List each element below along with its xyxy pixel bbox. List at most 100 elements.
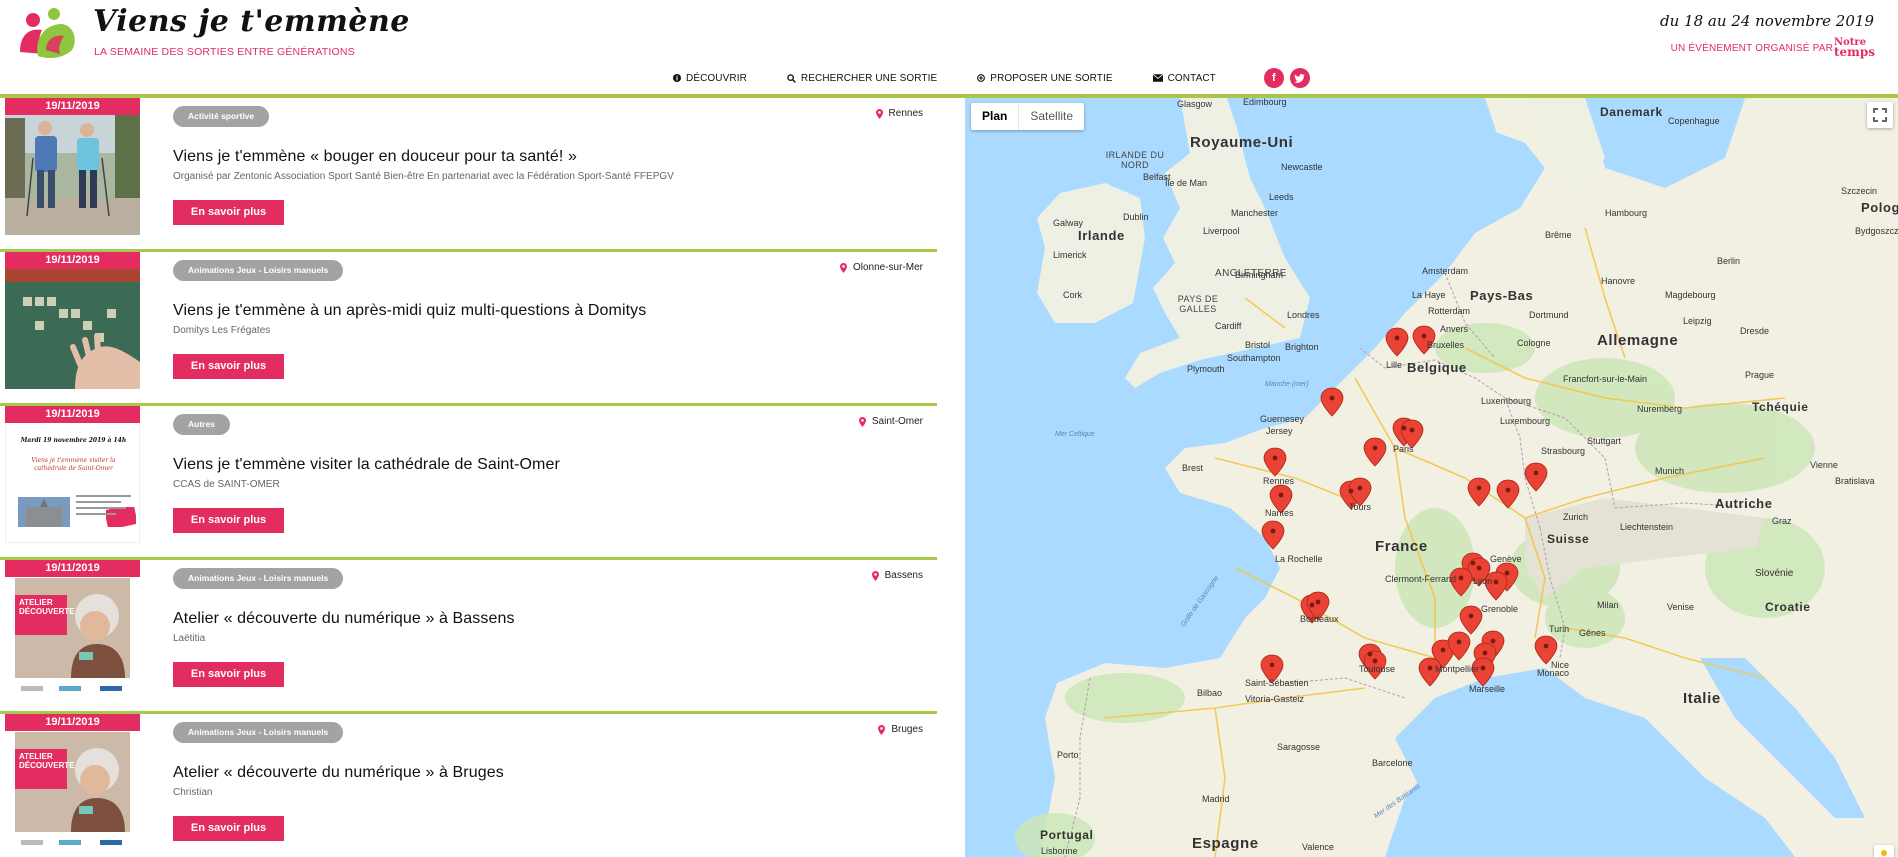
map-label-city: Lyon [1473,576,1493,586]
map-label-city: Strasbourg [1541,446,1586,456]
map-label-city: Liverpool [1203,226,1240,236]
category-pill[interactable]: Activité sportive [173,106,270,127]
event-thumbnail[interactable]: Mardi 19 novembre 2019 à 14h Viens je t'… [5,406,140,543]
map-label-country: Espagne [1192,835,1259,852]
map-label-city: Valence [1302,842,1334,852]
category-pill[interactable]: Animations Jeux - Loisirs manuels [173,260,344,281]
twitter-button[interactable] [1289,68,1310,88]
event-organizer: CCAS de SAINT-OMER [173,479,280,490]
event-thumbnail[interactable]: ATELIER DÉCOUVERTE [5,714,140,851]
nav-proposer[interactable]: PROPOSER UNE SORTIE [977,73,1112,84]
map-label-city: Stuttgart [1587,436,1622,446]
map-label-city: Szczecin [1841,186,1878,196]
event-title[interactable]: Viens je t'emmène à un après-midi quiz m… [173,302,646,320]
fullscreen-button[interactable] [1867,102,1893,128]
brand-line-2: temps [1834,45,1876,59]
map-pin-icon [839,262,847,273]
event-title[interactable]: Atelier « découverte du numérique » à Ba… [173,610,515,628]
map-label-city: Lisbonne [1041,846,1078,856]
more-info-button[interactable]: En savoir plus [173,200,284,225]
event-date: 19/11/2019 [5,98,140,115]
map-label-city: Cardiff [1215,321,1242,331]
map-label-country: Autriche [1715,496,1773,511]
main-nav: DÉCOUVRIR RECHERCHER UNE SORTIE PROPOSER… [0,68,1898,88]
map-label-city: Leipzig [1683,316,1712,326]
site-title[interactable]: Viens je t'emmène [93,4,410,39]
map-label-city: Nice [1551,660,1570,670]
map-label-city: Madrid [1202,794,1230,804]
map-label-country: Liechtenstein [1620,522,1674,532]
nav-contact[interactable]: CONTACT [1152,73,1216,84]
map-type-satellite[interactable]: Satellite [1019,103,1084,130]
map-label-city: Magdebourg [1665,290,1716,300]
map-pin-icon [871,570,879,581]
event-thumbnail[interactable] [5,98,140,235]
map-label-city: Marseille [1469,684,1506,694]
facebook-icon: f [1272,72,1276,84]
twitter-icon [1294,73,1306,83]
map-label-city: Bruxelles [1427,340,1465,350]
location-label: Rennes [888,108,923,119]
map-pin-icon [878,724,886,735]
map-label-city: Genève [1490,554,1522,564]
nav-label: DÉCOUVRIR [686,72,747,84]
pegman-icon[interactable] [1874,845,1894,857]
site-tagline: LA SEMAINE DES SORTIES ENTRE GÉNÉRATIONS [94,46,355,58]
map-label-city: Anvers [1440,324,1469,334]
category-pill[interactable]: Animations Jeux - Loisirs manuels [173,722,344,743]
event-location: Olonne-sur-Mer [839,262,923,273]
map-label-city: Porto [1057,750,1079,760]
map-label-city: Barcelone [1372,758,1413,768]
notre-temps-logo[interactable]: Notre temps [1834,38,1876,60]
map-label-city: Gênes [1579,628,1606,638]
thumb-badge-line-2: DÉCOUVERTE [19,607,75,616]
map-label-sea: Manche (mer) [1265,381,1309,388]
map-label-city: Rotterdam [1428,306,1471,316]
info-icon [673,74,681,82]
map-label-city: Nuremberg [1637,404,1683,414]
event-card[interactable]: ATELIER DÉCOUVERTE 19/11/2019 Animations… [0,714,937,857]
facebook-button[interactable]: f [1263,68,1284,88]
event-date: 19/11/2019 [5,560,140,577]
map-label-city: Francfort-sur-le-Main [1563,374,1648,384]
map-label-city: Berlin [1717,256,1741,266]
event-organizer: Organisé par Zentonic Association Sport … [173,171,674,182]
event-organizer: Christian [173,787,213,798]
fullscreen-icon [1873,108,1887,122]
more-info-button[interactable]: En savoir plus [173,816,284,841]
event-thumbnail[interactable] [5,252,140,389]
map-label-city: Montpellier [1435,664,1480,674]
more-info-button[interactable]: En savoir plus [173,662,284,687]
map-type-plan[interactable]: Plan [971,103,1020,130]
map-label-city: Bristol [1245,340,1271,350]
map-label-country: Belgique [1407,360,1467,375]
brand-logo-icon[interactable] [16,6,82,62]
event-card[interactable]: Mardi 19 novembre 2019 à 14h Viens je t'… [0,406,937,560]
nav-rechercher[interactable]: RECHERCHER UNE SORTIE [787,73,937,84]
more-info-button[interactable]: En savoir plus [173,508,284,533]
event-card[interactable]: 19/11/2019 Activité sportive Rennes Vien… [0,98,937,252]
map-label-city: Southampton [1227,353,1281,363]
map-label-city: Brest [1182,463,1204,473]
category-pill[interactable]: Animations Jeux - Loisirs manuels [173,568,344,589]
thumb-badge: ATELIER DÉCOUVERTE [15,595,75,635]
event-title[interactable]: Viens je t'emmène visiter la cathédrale … [173,456,560,474]
thumb-heading: Mardi 19 novembre 2019 à 14h [20,437,127,444]
nav-decouvrir[interactable]: DÉCOUVRIR [673,73,747,84]
more-info-button[interactable]: En savoir plus [173,354,284,379]
event-map[interactable]: Royaume-Uni Irlande Pays-Bas Belgique Al… [965,98,1898,857]
event-location: Bassens [871,570,923,581]
map-label-city: Nantes [1265,508,1294,518]
map-label-city: Venise [1667,602,1695,612]
map-label-city: Dortmund [1529,310,1569,320]
map-label-city: Zurich [1563,512,1589,522]
map-label-city: Graz [1772,516,1792,526]
category-pill[interactable]: Autres [173,414,230,435]
event-title[interactable]: Viens je t'emmène « bouger en douceur po… [173,148,577,166]
event-card[interactable]: ATELIER DÉCOUVERTE 19/11/2019 Animations… [0,560,937,714]
event-card[interactable]: 19/11/2019 Animations Jeux - Loisirs man… [0,252,937,406]
event-thumbnail[interactable]: ATELIER DÉCOUVERTE [5,560,140,697]
map-canvas[interactable] [965,98,1898,857]
map-label-city: Bratislava [1835,476,1875,486]
event-title[interactable]: Atelier « découverte du numérique » à Br… [173,764,504,782]
